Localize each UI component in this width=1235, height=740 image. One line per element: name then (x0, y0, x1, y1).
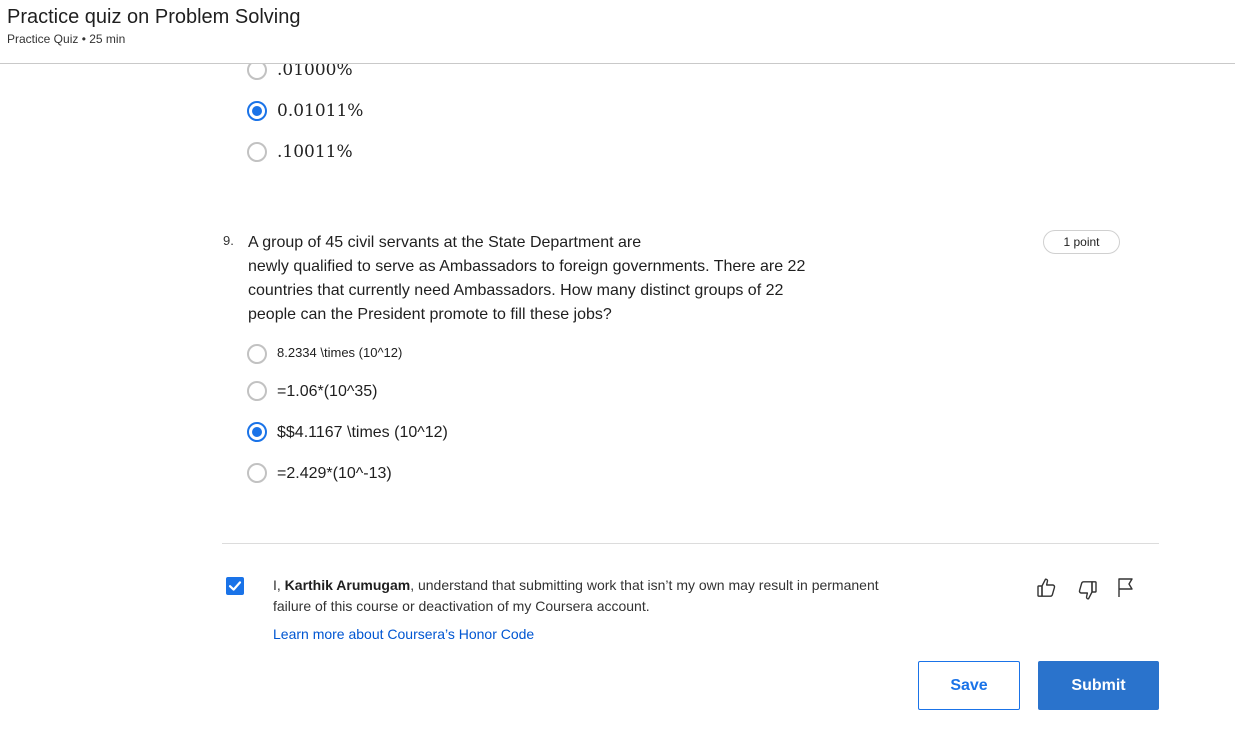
section-divider (222, 543, 1159, 544)
option-4-label: =2.429*(10^-13) (277, 465, 392, 482)
question-text-line: countries that currently need Ambassador… (248, 282, 784, 299)
honor-code-statement: I, Karthik Arumugam, understand that sub… (273, 575, 953, 617)
checkmark-icon (228, 581, 242, 591)
option-2-label: =1.06*(10^35) (277, 383, 378, 400)
submit-button[interactable]: Submit (1038, 661, 1159, 710)
honor-line2: failure of this course or deactivation o… (273, 598, 650, 614)
prev-option-2-radio[interactable] (247, 101, 267, 121)
page-title: Practice quiz on Problem Solving (7, 6, 301, 28)
save-button[interactable]: Save (918, 661, 1020, 710)
option-1-radio[interactable] (247, 344, 267, 364)
honor-code-link[interactable]: Learn more about Coursera’s Honor Code (273, 626, 534, 642)
option-3-label: $$4.1167 \times (10^12) (277, 424, 448, 441)
flag-icon[interactable] (1114, 576, 1138, 600)
prev-option-2-label: 0.01011% (277, 101, 364, 121)
points-badge: 1 point (1043, 230, 1120, 254)
question-number: 9. (223, 233, 234, 248)
question-text-line: newly qualified to serve as Ambassadors … (248, 258, 806, 275)
thumbs-down-icon[interactable] (1075, 578, 1099, 602)
quiz-header: Practice quiz on Problem Solving Practic… (0, 0, 1235, 64)
honor-line1-suffix: , understand that submitting work that i… (410, 577, 879, 593)
option-4-radio[interactable] (247, 463, 267, 483)
thumbs-up-icon[interactable] (1035, 576, 1059, 600)
option-1-label: 8.2334 \times (10^12) (277, 345, 403, 360)
prev-option-3-radio[interactable] (247, 142, 267, 162)
page-subtitle: Practice Quiz • 25 min (7, 32, 126, 46)
option-3-radio[interactable] (247, 422, 267, 442)
option-2-radio[interactable] (247, 381, 267, 401)
question-text: A group of 45 civil servants at the Stat… (248, 231, 848, 327)
honor-code-checkbox[interactable] (226, 577, 244, 595)
question-text-line: A group of 45 civil servants at the Stat… (248, 234, 642, 251)
learner-name: Karthik Arumugam (284, 577, 411, 593)
prev-option-3-label: .10011% (277, 142, 353, 162)
question-text-line: people can the President promote to fill… (248, 306, 612, 323)
honor-prefix: I, (273, 577, 285, 593)
